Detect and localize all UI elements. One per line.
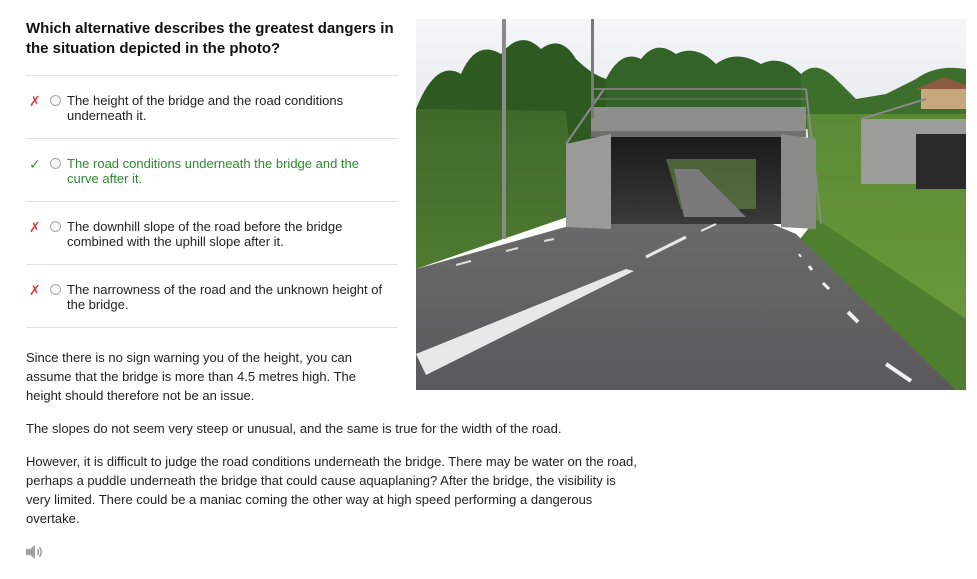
- road-under-bridge-photo: [416, 19, 966, 390]
- speaker-icon[interactable]: [25, 544, 45, 560]
- radio-button[interactable]: [50, 284, 61, 295]
- answer-option-label: The height of the bridge and the road co…: [67, 93, 344, 123]
- correct-mark-icon: ✓: [29, 156, 41, 172]
- explanation-paragraph: Since there is no sign warning you of th…: [26, 350, 356, 403]
- radio-button[interactable]: [50, 221, 61, 232]
- answer-option-label: The narrowness of the road and the unkno…: [67, 282, 383, 312]
- answer-option-3[interactable]: ✗ The downhill slope of the road before …: [26, 202, 398, 265]
- wrong-mark-icon: ✗: [29, 219, 41, 235]
- answer-options: ✗ The height of the bridge and the road …: [26, 75, 398, 328]
- answer-option-2[interactable]: ✓ The road conditions underneath the bri…: [26, 139, 398, 202]
- wrong-mark-icon: ✗: [29, 93, 41, 109]
- explanation-paragraph: The slopes do not seem very steep or unu…: [26, 421, 562, 436]
- wrong-mark-icon: ✗: [29, 282, 41, 298]
- radio-button[interactable]: [50, 95, 61, 106]
- answer-option-1[interactable]: ✗ The height of the bridge and the road …: [26, 76, 398, 139]
- answer-option-4[interactable]: ✗ The narrowness of the road and the unk…: [26, 265, 398, 328]
- answer-option-label: The road conditions underneath the bridg…: [67, 156, 359, 186]
- explanation-paragraph: However, it is difficult to judge the ro…: [26, 454, 637, 526]
- question-title: Which alternative describes the greatest…: [26, 20, 394, 57]
- radio-button[interactable]: [50, 158, 61, 169]
- answer-option-label: The downhill slope of the road before th…: [67, 219, 343, 249]
